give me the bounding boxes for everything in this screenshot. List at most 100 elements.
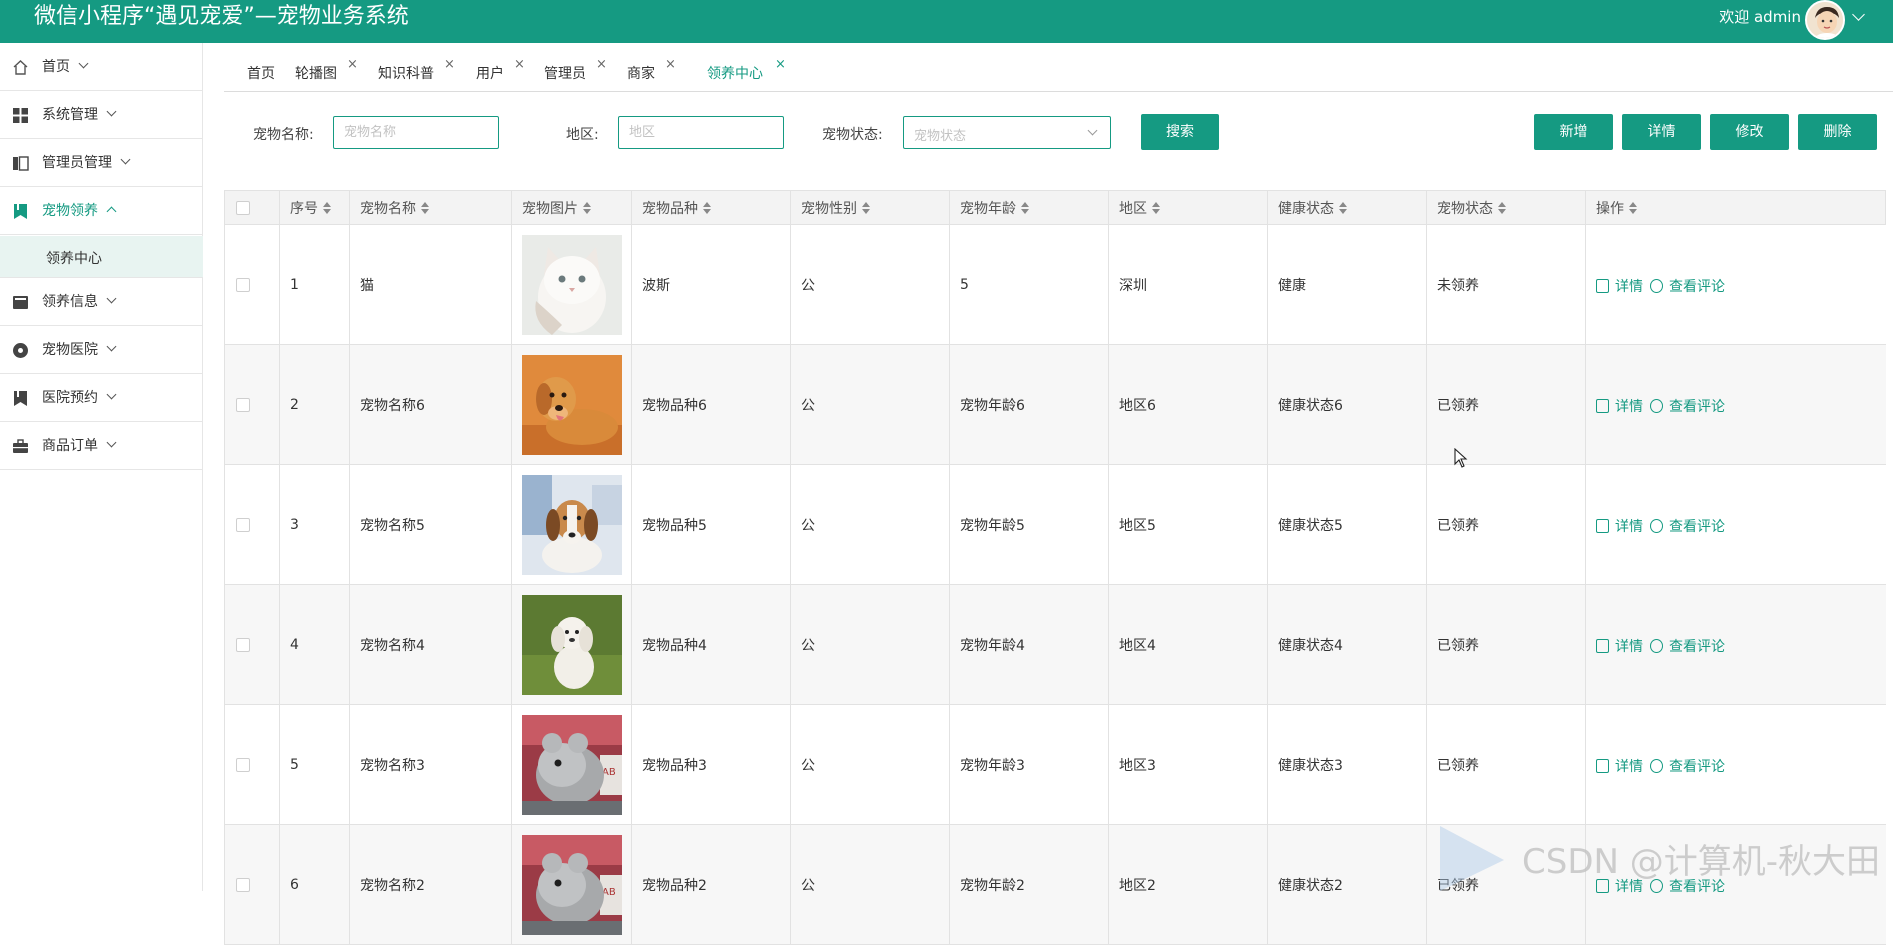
tab-admins[interactable]: 管理员 × — [544, 57, 607, 83]
sidebar-subitem-adoption-center[interactable]: 领养中心 — [0, 236, 203, 278]
welcome-text: 欢迎 admin — [1719, 8, 1801, 26]
detail-button[interactable]: 详情 — [1622, 114, 1701, 150]
sort-icon[interactable] — [421, 201, 429, 214]
cell-text: 波斯 — [642, 277, 670, 294]
row-detail-link[interactable]: 详情 — [1596, 756, 1643, 776]
header-cell[interactable]: 宠物年龄 — [950, 191, 1109, 224]
close-icon[interactable]: × — [596, 57, 607, 72]
close-icon[interactable]: × — [665, 57, 676, 72]
pet-name-input[interactable] — [333, 116, 499, 149]
sort-icon[interactable] — [323, 201, 331, 214]
avatar[interactable] — [1805, 0, 1845, 40]
search-button[interactable]: 搜索 — [1141, 114, 1219, 150]
row-detail-link[interactable]: 详情 — [1596, 276, 1643, 296]
chevron-down-icon — [120, 154, 131, 165]
cell-no: 2 — [280, 345, 350, 464]
header-cell[interactable]: 操作 — [1586, 191, 1886, 224]
header-cell[interactable]: 宠物图片 — [512, 191, 632, 224]
close-icon[interactable]: × — [775, 57, 786, 72]
edit-button[interactable]: 修改 — [1710, 114, 1789, 150]
sort-icon[interactable] — [703, 201, 711, 214]
header-cell[interactable]: 序号 — [280, 191, 350, 224]
header-cell[interactable]: 宠物名称 — [350, 191, 512, 224]
sort-icon[interactable] — [1152, 201, 1160, 214]
tab-carousel[interactable]: 轮播图 × — [295, 57, 358, 83]
tab-merchants[interactable]: 商家 × — [627, 57, 676, 83]
cell-text: 5 — [290, 756, 299, 773]
table-row[interactable]: 4 宠物名称4 宠物品种4 公 宠物年龄4 地区4 健康状态4 已领养 详情 查看评论 — [225, 585, 1886, 705]
pet-image[interactable] — [522, 594, 622, 695]
cell-breed: 宠物品种2 — [632, 825, 791, 944]
table-row[interactable]: 5 宠物名称3 AB 宠物品种3 公 宠物年龄3 地区3 健康状态3 已领养 详情 查看评论 — [225, 705, 1886, 825]
header-cell[interactable]: 宠物品种 — [632, 191, 791, 224]
row-checkbox[interactable] — [236, 397, 250, 412]
sidebar-item-home[interactable]: 首页 — [0, 43, 203, 91]
table-row[interactable]: 2 宠物名称6 宠物品种6 公 宠物年龄6 地区6 健康状态6 已领养 详情 查看评论 — [225, 345, 1886, 465]
table-row[interactable]: 3 宠物名称5 宠物品种5 公 宠物年龄5 地区5 健康状态5 已领养 详情 查看评论 — [225, 465, 1886, 585]
region-input[interactable] — [618, 116, 784, 149]
sort-icon[interactable] — [1021, 201, 1029, 214]
row-checkbox[interactable] — [236, 277, 250, 292]
close-icon[interactable]: × — [347, 57, 358, 72]
close-icon[interactable]: × — [514, 57, 525, 72]
row-comments-link[interactable]: 查看评论 — [1650, 276, 1725, 296]
pet-image[interactable] — [522, 474, 622, 575]
sidebar-item-adoption-info[interactable]: 领养信息 — [0, 278, 203, 326]
pet-image[interactable]: AB — [522, 834, 622, 935]
sidebar-item-admin[interactable]: 管理员管理 — [0, 139, 203, 187]
tab-knowledge[interactable]: 知识科普 × — [378, 57, 455, 83]
sidebar-item-label: 宠物医院 — [42, 342, 98, 358]
sidebar-item-label: 商品订单 — [42, 438, 98, 454]
pet-image[interactable] — [522, 234, 622, 335]
sidebar-item-orders[interactable]: 商品订单 — [0, 422, 203, 470]
cell-text: 健康状态5 — [1278, 517, 1343, 534]
pet-status-select[interactable]: 宠物状态 — [903, 116, 1111, 149]
row-comments-link[interactable]: 查看评论 — [1650, 516, 1725, 536]
document-icon — [1596, 398, 1609, 413]
header-cell[interactable]: 宠物状态 — [1427, 191, 1586, 224]
row-comments-link[interactable]: 查看评论 — [1650, 636, 1725, 656]
cell-age: 宠物年龄2 — [950, 825, 1109, 944]
cell-text: 宠物品种4 — [642, 637, 707, 654]
cell-health: 健康状态2 — [1268, 825, 1427, 944]
row-checkbox[interactable] — [236, 757, 250, 772]
sort-icon[interactable] — [862, 201, 870, 214]
pet-image[interactable] — [522, 354, 622, 455]
delete-button[interactable]: 删除 — [1798, 114, 1877, 150]
table-row[interactable]: 1 猫 波斯 公 5 深圳 健康 未领养 详情 查看评论 — [225, 225, 1886, 345]
sort-icon[interactable] — [583, 201, 591, 214]
tab-home[interactable]: 首页 — [247, 63, 275, 83]
row-comments-link[interactable]: 查看评论 — [1650, 756, 1725, 776]
select-all-checkbox[interactable] — [236, 200, 250, 215]
sort-icon[interactable] — [1339, 201, 1347, 214]
sort-icon[interactable] — [1629, 201, 1637, 214]
header-cell[interactable]: 宠物性别 — [791, 191, 950, 224]
sidebar-subitem-label: 领养中心 — [46, 251, 102, 267]
row-detail-link[interactable]: 详情 — [1596, 636, 1643, 656]
chevron-down-icon — [106, 389, 117, 400]
chevron-down-icon[interactable] — [1852, 8, 1865, 21]
row-checkbox[interactable] — [236, 637, 250, 652]
row-detail-link[interactable]: 详情 — [1596, 396, 1643, 416]
cell-gender: 公 — [791, 705, 950, 824]
close-icon[interactable]: × — [444, 57, 455, 72]
header-cell[interactable]: 地区 — [1109, 191, 1268, 224]
sidebar-item-system[interactable]: 系统管理 — [0, 91, 203, 139]
sort-icon[interactable] — [1498, 201, 1506, 214]
row-checkbox[interactable] — [236, 517, 250, 532]
row-checkbox[interactable] — [236, 877, 250, 892]
add-button[interactable]: 新增 — [1534, 114, 1613, 150]
sidebar-item-appointment[interactable]: 医院预约 — [0, 374, 203, 422]
sidebar-item-hospital[interactable]: 宠物医院 — [0, 326, 203, 374]
table-header-row: 序号 宠物名称 宠物图片 宠物品种 宠物性别 宠物年龄 地区 健康状态 宠物状态… — [225, 191, 1886, 225]
pet-image[interactable]: AB — [522, 714, 622, 815]
row-comments-link[interactable]: 查看评论 — [1650, 396, 1725, 416]
header-cell[interactable]: 健康状态 — [1268, 191, 1427, 224]
select-cell — [225, 225, 280, 344]
watermark-text: CSDN @计算机-秋大田 — [1522, 842, 1881, 882]
tab-adoption-center[interactable]: 领养中心 × — [707, 57, 786, 83]
row-detail-link[interactable]: 详情 — [1596, 516, 1643, 536]
tab-users[interactable]: 用户 × — [476, 57, 525, 83]
cell-status: 已领养 — [1427, 585, 1586, 704]
sidebar-item-adoption[interactable]: 宠物领养 — [0, 187, 203, 235]
